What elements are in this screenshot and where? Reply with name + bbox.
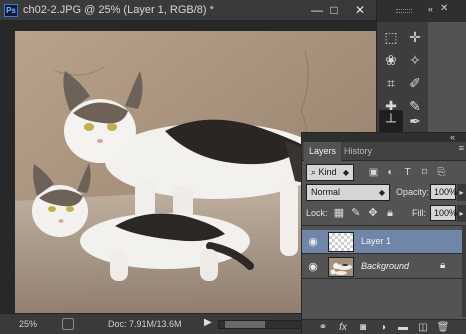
- opacity-dropdown-icon[interactable]: ▸: [457, 184, 466, 201]
- status-menu-arrow-icon[interactable]: ▶: [204, 317, 212, 328]
- zoom-level[interactable]: 25%: [19, 319, 37, 329]
- filter-smart-object-icon[interactable]: ⎘: [435, 166, 448, 179]
- panel-menu-icon[interactable]: ≡: [459, 143, 464, 153]
- eye-icon[interactable]: ◉: [305, 259, 321, 275]
- layer-row-layer-1[interactable]: ◉ Layer 1: [302, 230, 462, 254]
- layer-lock-icon: 🔒︎: [440, 260, 446, 271]
- filter-pixel-icon[interactable]: ▣: [367, 166, 380, 179]
- layer-thumbnail: [328, 257, 354, 277]
- link-layers-icon[interactable]: ⚭: [316, 321, 330, 334]
- lock-position-icon[interactable]: ✥: [366, 206, 380, 220]
- document-size-info: Doc: 7.91M/13.6M: [108, 319, 182, 329]
- document-title: ch02-2.JPG @ 25% (Layer 1, RGB/8) *: [23, 4, 214, 16]
- lasso-icon[interactable]: ❀: [379, 49, 403, 71]
- search-icon: ⌕: [311, 167, 319, 177]
- layer-filter-row: ⌕ Kind ◆ ▣ ◐ T ⌑ ⎘: [306, 164, 464, 181]
- layer-style-icon[interactable]: fx: [336, 321, 350, 334]
- close-button[interactable]: ✕: [348, 1, 372, 19]
- photoshop-logo-icon: Ps: [4, 4, 18, 17]
- magic-wand-icon[interactable]: ✧: [403, 49, 427, 71]
- fill-dropdown-icon[interactable]: ▸: [457, 205, 466, 222]
- layer-mask-icon[interactable]: ◙: [356, 321, 370, 334]
- collapse-tools-icon[interactable]: «: [428, 4, 433, 14]
- blend-mode-value: Normal: [311, 187, 341, 197]
- filter-kind-label: Kind: [318, 167, 337, 177]
- chevron-down-icon: ◆: [378, 188, 385, 197]
- lock-transparency-icon[interactable]: ▦: [332, 206, 346, 220]
- layer-name: Layer 1: [361, 236, 392, 246]
- tab-layers[interactable]: Layers: [304, 142, 342, 161]
- photoshop-workspace: Ps ch02-2.JPG @ 25% (Layer 1, RGB/8) * —…: [0, 0, 466, 334]
- lock-label: Lock:: [306, 208, 328, 218]
- status-info-icon[interactable]: [62, 318, 74, 330]
- panel-grip-icon[interactable]: [396, 9, 412, 13]
- filter-adjustment-icon[interactable]: ◐: [384, 166, 397, 179]
- blend-row: Normal ◆ Opacity: 100% ▸: [306, 184, 466, 202]
- new-layer-icon[interactable]: ◫: [416, 321, 430, 334]
- tools-panel: ⬚ ✛ ❀ ✧ ⌗ ✐ ✚ ✎ ┴ ✒: [376, 0, 429, 136]
- clone-stamp-icon[interactable]: ┴: [379, 110, 403, 132]
- layers-panel-strip[interactable]: «: [302, 132, 466, 142]
- filter-kind-select[interactable]: ⌕ Kind ◆: [306, 164, 354, 181]
- lock-image-pixels-icon[interactable]: ✎: [349, 206, 363, 220]
- layers-scrollbar[interactable]: [462, 225, 466, 317]
- delete-layer-icon[interactable]: 🗑︎: [436, 321, 450, 334]
- fill-field[interactable]: 100%: [430, 205, 457, 221]
- blend-mode-select[interactable]: Normal ◆: [306, 184, 390, 201]
- panel-dock-header[interactable]: « ✕: [428, 0, 466, 22]
- history-brush-icon[interactable]: ✒: [403, 110, 427, 132]
- document-titlebar[interactable]: Ps ch02-2.JPG @ 25% (Layer 1, RGB/8) * —…: [0, 0, 376, 21]
- rectangular-marquee-icon[interactable]: ⬚: [379, 26, 403, 48]
- tools-panel-header[interactable]: [377, 0, 429, 22]
- new-group-icon[interactable]: ▬: [396, 321, 410, 334]
- layer-name: Background: [361, 261, 410, 271]
- opacity-field[interactable]: 100%: [430, 184, 457, 200]
- layer-row-background[interactable]: ◉ Background 🔒︎: [302, 255, 462, 279]
- collapse-layers-icon[interactable]: «: [450, 132, 455, 142]
- move-icon[interactable]: ✛: [403, 26, 427, 48]
- opacity-label: Opacity:: [396, 187, 430, 197]
- panel-tabs: Layers History ≡: [302, 142, 466, 161]
- layer-thumbnail: [328, 232, 354, 252]
- layers-panel: « Layers History ≡ ⌕ Kind ◆ ▣ ◐ T ⌑ ⎘ No…: [301, 132, 466, 334]
- filter-shape-icon[interactable]: ⌑: [418, 166, 431, 179]
- eyedropper-icon[interactable]: ✐: [403, 72, 427, 94]
- adjustment-layer-icon[interactable]: ◑: [376, 321, 390, 334]
- layers-list: ◉ Layer 1 ◉ Background 🔒︎: [302, 225, 466, 317]
- layers-footer: ⚭ fx ◙ ◑ ▬ ◫ 🗑︎: [302, 319, 466, 334]
- lock-all-icon[interactable]: 🔒︎: [383, 206, 397, 220]
- tab-history[interactable]: History: [339, 142, 377, 161]
- scrollbar-thumb[interactable]: [225, 321, 265, 328]
- maximize-button[interactable]: □: [322, 1, 346, 19]
- lock-row: Lock: ▦ ✎ ✥ 🔒︎ Fill: 100% ▸: [306, 205, 466, 222]
- close-tools-icon[interactable]: ✕: [440, 3, 448, 14]
- filter-type-icon[interactable]: T: [401, 166, 414, 179]
- background-thumbnail-image: [329, 258, 353, 276]
- crop-icon[interactable]: ⌗: [379, 72, 403, 94]
- fill-label: Fill:: [412, 208, 426, 218]
- chevron-down-icon: ◆: [342, 168, 349, 177]
- eye-icon[interactable]: ◉: [305, 234, 321, 250]
